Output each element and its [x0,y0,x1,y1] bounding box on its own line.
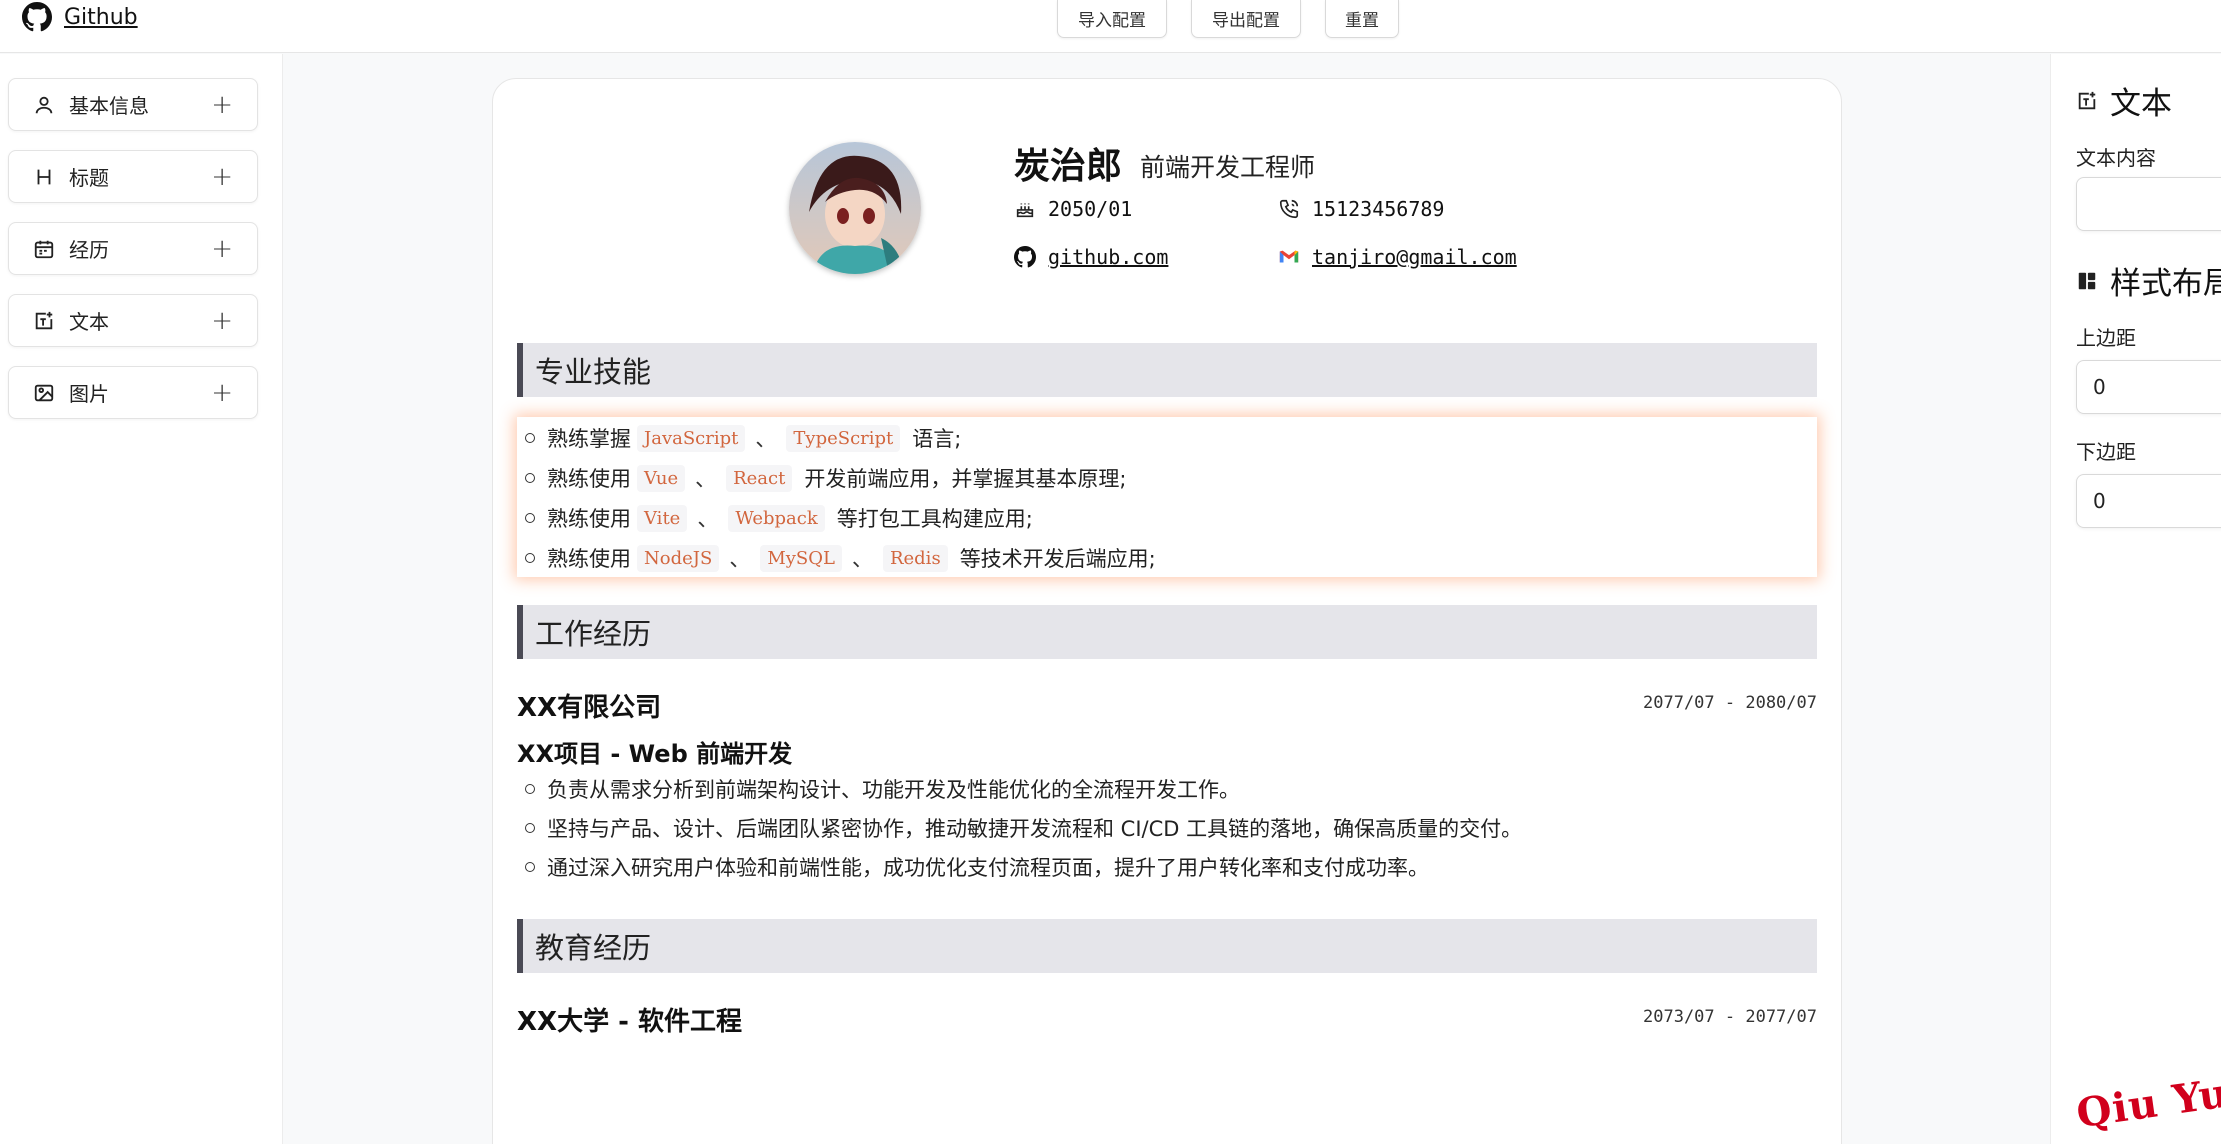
avatar[interactable] [789,142,921,274]
bullet-icon [525,823,535,833]
sidebar-item-label: 经历 [69,238,109,262]
phone-value: 15123456789 [1312,197,1445,221]
bullet-icon [525,513,535,523]
work-date: 2077/07 - 2080/07 [1643,693,1817,713]
layout-panel-title: 样式布局 [2076,258,2221,303]
sidebar-item-image[interactable]: 图片 + [8,366,258,419]
layout-icon [2078,272,2096,289]
code-tag: Vue [637,464,686,492]
list-item: 熟练使用 NodeJS 、 MySQL 、 Redis 等技术开发后端应用; [525,539,1156,577]
code-tag: JavaScript [637,424,746,452]
email-link[interactable]: tanjiro@gmail.com [1312,245,1517,269]
list-item: 熟练掌握 JavaScript 、 TypeScript 语言; [525,419,961,457]
code-tag: React [726,464,793,492]
properties-panel: 文本 文本内容 样式布局 上边距 0 下边距 0 [2050,54,2221,1144]
user-icon [33,94,55,116]
sidebar-item-label: 标题 [69,166,109,190]
sidebar-item-label: 文本 [69,310,109,334]
section-title-education[interactable]: 教育经历 [517,919,1817,973]
list-item: 坚持与产品、设计、后端团队紧密协作，推动敏捷开发流程和 CI/CD 工具链的落地… [525,810,1522,846]
reset-button[interactable]: 重置 [1325,0,1399,38]
top-margin-input[interactable]: 0 [2076,360,2221,414]
github-icon [22,2,52,32]
code-tag: Redis [882,544,948,572]
cake-icon [1016,203,1034,218]
bullet-icon [525,473,535,483]
github-profile-link[interactable]: github.com [1048,245,1168,269]
list-item: 通过深入研究用户体验和前端性能，成功优化支付流程页面，提升了用户转化率和支付成功… [525,849,1429,885]
skills-text-block[interactable]: 熟练掌握 JavaScript 、 TypeScript 语言; 熟练使用 Vu… [517,417,1817,577]
email-info: tanjiro@gmail.com [1278,245,1517,269]
phone-icon [1279,199,1299,219]
text-content-input[interactable] [2076,177,2221,231]
list-item: 负责从需求分析到前端架构设计、功能开发及性能优化的全流程开发工作。 [525,771,1240,807]
sidebar-item-heading[interactable]: 标题 + [8,150,258,203]
bottom-margin-label: 下边距 [2076,440,2136,464]
github-link[interactable]: Github [22,2,138,32]
plus-icon[interactable]: + [211,90,233,120]
phone-info: 15123456789 [1278,197,1444,221]
bullet-icon [525,553,535,563]
sidebar-item-label: 图片 [69,382,109,406]
github-link-label: Github [64,4,138,30]
project-name[interactable]: XX项目 - Web 前端开发 [517,734,792,769]
bullet-icon [525,784,535,794]
gmail-icon [1279,250,1299,263]
top-margin-label: 上边距 [2076,326,2136,350]
export-config-button[interactable]: 导出配置 [1191,0,1301,38]
bottom-margin-input[interactable]: 0 [2076,474,2221,528]
text-add-icon [2078,91,2096,109]
sidebar-item-experience[interactable]: 经历 + [8,222,258,275]
birthday-value: 2050/01 [1048,197,1133,221]
code-tag: Vite [637,504,688,532]
top-bar: Github 导入配置 导出配置 重置 [0,0,2221,53]
import-config-button[interactable]: 导入配置 [1057,0,1167,38]
resume-job-title[interactable]: 前端开发工程师 [1140,148,1315,184]
birthday-info: 2050/01 [1014,197,1132,221]
sidebar-item-text[interactable]: 文本 + [8,294,258,347]
text-panel-title: 文本 [2076,78,2172,123]
plus-icon[interactable]: + [211,234,233,264]
sidebar-item-label: 基本信息 [69,94,149,118]
code-tag: NodeJS [637,544,720,572]
bullet-icon [525,433,535,443]
image-icon [33,382,55,404]
github-icon [1014,246,1036,268]
section-title-skills[interactable]: 专业技能 [517,343,1817,397]
company-name[interactable]: XX有限公司 [517,687,661,724]
list-item: 熟练使用 Vue 、 React 开发前端应用，并掌握其基本原理; [525,459,1126,497]
github-info: github.com [1014,245,1168,269]
resume-name[interactable]: 炭治郎 [1014,137,1122,189]
sidebar-item-basic-info[interactable]: 基本信息 + [8,78,258,131]
text-add-icon [33,310,55,332]
code-tag: TypeScript [786,424,901,452]
code-tag: MySQL [760,544,842,572]
plus-icon[interactable]: + [211,162,233,192]
section-title-work[interactable]: 工作经历 [517,605,1817,659]
school-name[interactable]: XX大学 - 软件工程 [517,1001,742,1038]
bullet-icon [525,862,535,872]
plus-icon[interactable]: + [211,306,233,336]
plus-icon[interactable]: + [211,378,233,408]
calendar-icon [33,238,55,260]
code-tag: Webpack [728,504,825,532]
resume-canvas: 炭治郎 前端开发工程师 2050/01 15123456789 github.c… [492,78,1842,1144]
list-item: 熟练使用 Vite 、 Webpack 等打包工具构建应用; [525,499,1033,537]
component-sidebar: 基本信息 + 标题 + 经历 + 文本 + 图片 + [0,54,283,1144]
education-date: 2073/07 - 2077/07 [1643,1007,1817,1027]
heading-icon [33,166,55,188]
text-content-label: 文本内容 [2076,146,2156,170]
